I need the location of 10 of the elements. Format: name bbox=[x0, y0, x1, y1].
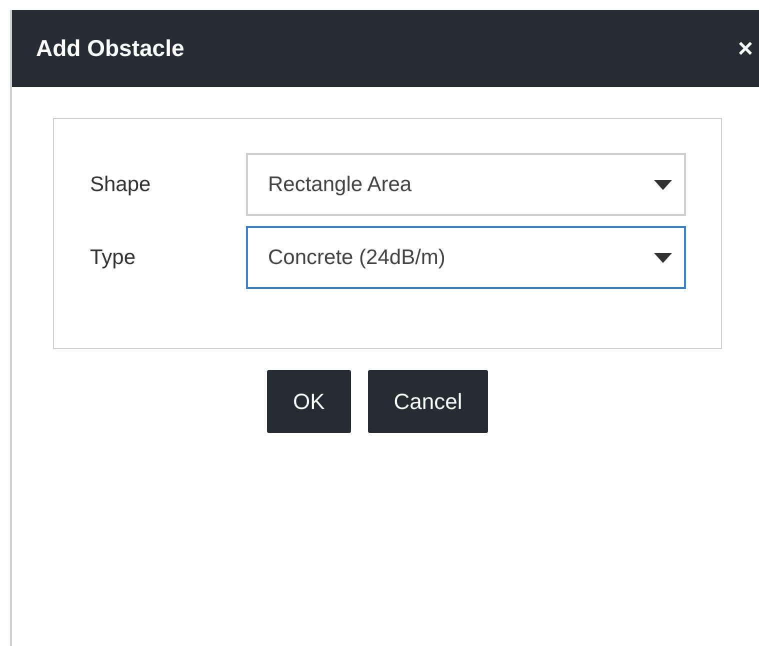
close-button[interactable]: × bbox=[738, 33, 753, 64]
field-label: Shape bbox=[90, 172, 152, 196]
caret-icon bbox=[654, 252, 672, 262]
caret-icon bbox=[654, 180, 672, 190]
dialog-title: Add Obstacle bbox=[36, 35, 184, 62]
field-label: Type bbox=[90, 246, 137, 270]
dialog-button[interactable]: OK bbox=[267, 370, 351, 433]
select-field[interactable]: Concrete (24dB/m) bbox=[246, 226, 686, 289]
select-field[interactable]: Rectangle Area bbox=[246, 153, 686, 216]
dialog-button[interactable]: Cancel bbox=[368, 370, 488, 433]
